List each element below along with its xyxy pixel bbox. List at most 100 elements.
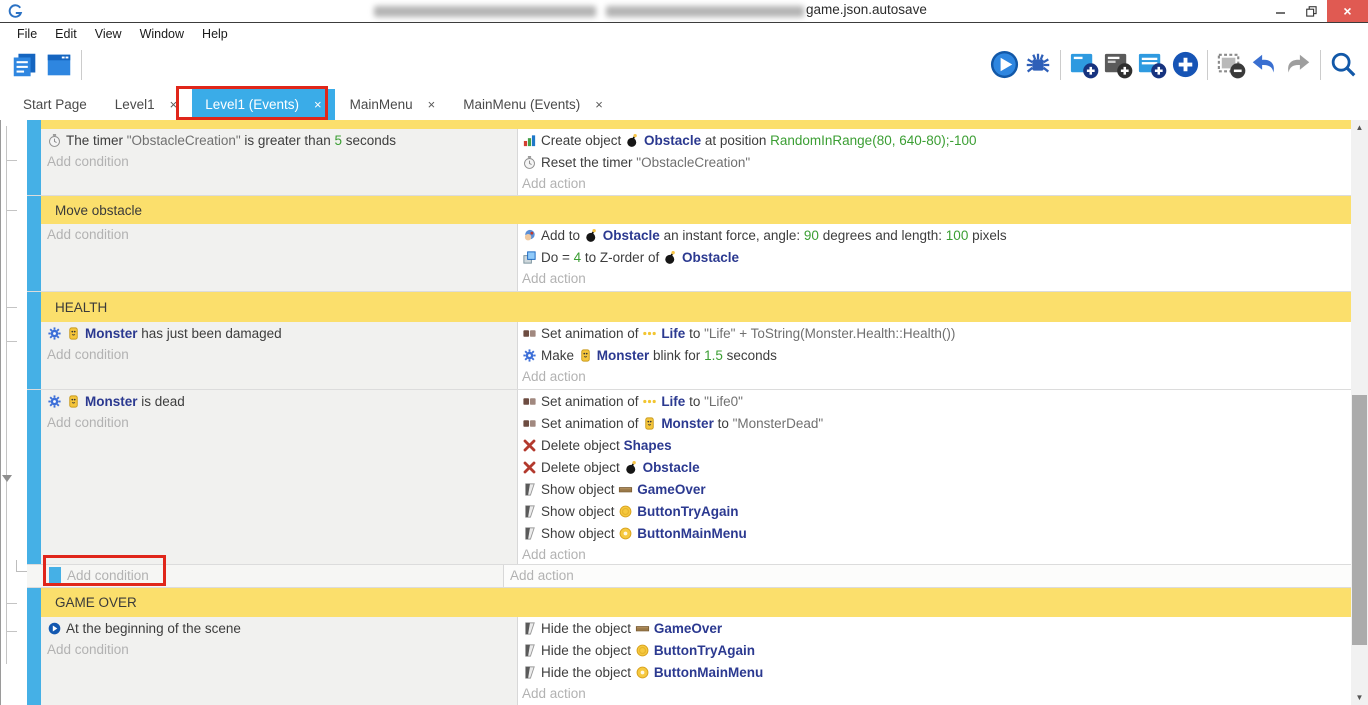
condition-monster-dead[interactable]: Monster is dead [41,390,517,412]
force-icon [522,228,537,243]
condition-timer[interactable]: The timer "ObstacleCreation" is greater … [41,129,517,151]
menu-help[interactable]: Help [193,27,237,41]
undo-icon[interactable] [1247,48,1281,82]
create-object-icon [522,133,537,148]
comment-game-over[interactable]: GAME OVER [27,588,1352,617]
redo-icon[interactable] [1281,48,1315,82]
event-move-obstacle: Add condition Add to Obstacle an instant… [27,224,1352,292]
add-action-link[interactable]: Add action [518,173,1352,195]
add-condition-link[interactable]: Add condition [41,224,517,246]
action-delete-shapes[interactable]: Delete object Shapes [518,434,1352,456]
events-sheet: The timer "ObstacleCreation" is greater … [0,120,1368,705]
menu-bar: File Edit View Window Help [0,22,1368,44]
visibility-icon [522,621,537,636]
action-delete-obstacle[interactable]: Delete object Obstacle [518,456,1352,478]
minimize-button[interactable] [1265,0,1296,22]
collapse-arrow-icon[interactable] [2,475,12,482]
action-show-buttonmainmenu[interactable]: Show object ButtonMainMenu [518,522,1352,544]
menu-edit[interactable]: Edit [46,27,86,41]
add-new-icon[interactable] [1168,48,1202,82]
condition-scene-start[interactable]: At the beginning of the scene [41,617,517,639]
debug-icon[interactable] [1021,48,1055,82]
add-action-link[interactable]: Add action [518,268,1352,290]
condition-monster-damaged[interactable]: Monster has just been damaged [41,322,517,344]
timer-icon [47,133,62,148]
comment-move-obstacle[interactable]: Move obstacle [27,196,1352,224]
add-condition-link[interactable]: Add condition [41,151,517,173]
event-selection-marker[interactable] [49,567,61,586]
add-action-link[interactable]: Add action [518,544,1352,564]
add-comment-icon[interactable] [1134,48,1168,82]
add-condition-link[interactable]: Add condition [41,639,517,661]
add-event-icon[interactable] [1066,48,1100,82]
action-zorder[interactable]: Do = 4 to Z-order of Obstacle [518,246,1352,268]
animation-icon [522,326,537,341]
obstacle-bomb-icon [624,460,639,475]
visibility-icon [522,643,537,658]
timer-icon [522,155,537,170]
search-icon[interactable] [1326,48,1360,82]
visibility-icon [522,665,537,680]
toolbar-separator [81,50,82,80]
editor-tabs: Start Page Level1 × Level1 (Events) × Ma… [0,85,1368,120]
close-button[interactable]: × [1327,0,1368,22]
scroll-up-icon[interactable]: ▲ [1351,120,1368,135]
action-show-gameover[interactable]: Show object GameOver [518,478,1352,500]
play-icon[interactable] [987,48,1021,82]
add-condition-link[interactable]: Add condition [27,565,503,587]
event-obstacle-timer: The timer "ObstacleCreation" is greater … [27,129,1352,196]
tab-close-icon[interactable]: × [314,97,322,112]
action-set-animation-life[interactable]: Set animation of Life to "Life" + ToStri… [518,322,1352,344]
comment-row-partial[interactable] [27,120,1352,129]
comment-health[interactable]: HEALTH [27,292,1352,322]
project-manager-icon[interactable] [8,48,42,82]
action-set-animation-monsterdead[interactable]: Set animation of Monster to "MonsterDead… [518,412,1352,434]
gameover-banner-icon [618,482,633,497]
tab-level1[interactable]: Level1 × [102,89,190,120]
add-condition-link[interactable]: Add condition [41,344,517,366]
vertical-scrollbar[interactable]: ▲ ▼ [1351,120,1368,705]
tab-level1-events[interactable]: Level1 (Events) × [192,89,334,120]
scroll-down-icon[interactable]: ▼ [1351,690,1368,705]
tab-close-icon[interactable]: × [595,97,603,112]
tab-mainmenu-events[interactable]: MainMenu (Events) × [450,89,616,120]
monster-icon [642,416,657,431]
tab-mainmenu[interactable]: MainMenu × [337,89,449,120]
action-create-obstacle[interactable]: Create object Obstacle at position Rando… [518,129,1352,151]
remove-event-icon[interactable] [1213,48,1247,82]
menu-file[interactable]: File [8,27,46,41]
action-hide-buttontryagain[interactable]: Hide the object ButtonTryAgain [518,639,1352,661]
action-set-animation-life0[interactable]: Set animation of Life to "Life0" [518,390,1352,412]
event-empty: Add condition Add action [27,565,1352,588]
delete-icon [522,438,537,453]
add-action-link[interactable]: Add action [518,366,1352,388]
obstacle-bomb-icon [625,133,640,148]
life-dots-icon [642,326,657,341]
scrollbar-thumb[interactable] [1352,395,1367,645]
action-blink-monster[interactable]: Make Monster blink for 1.5 seconds [518,344,1352,366]
action-hide-gameover[interactable]: Hide the object GameOver [518,617,1352,639]
action-hide-buttonmainmenu[interactable]: Hide the object ButtonMainMenu [518,661,1352,683]
menu-view[interactable]: View [86,27,131,41]
add-condition-link[interactable]: Add condition [41,412,517,434]
event-monster-damaged: Monster has just been damaged Add condit… [27,322,1352,390]
add-action-link[interactable]: Add action [518,683,1352,705]
add-subevent-icon[interactable] [1100,48,1134,82]
tab-close-icon[interactable]: × [428,97,436,112]
restore-button[interactable] [1296,0,1327,22]
monster-icon [578,348,593,363]
tab-start-page[interactable]: Start Page [10,89,100,120]
blurred-title-segment [606,6,804,17]
visibility-icon [522,526,537,541]
action-reset-timer[interactable]: Reset the timer "ObstacleCreation" [518,151,1352,173]
menu-window[interactable]: Window [131,27,193,41]
toolbar-separator [1320,50,1321,80]
action-add-force[interactable]: Add to Obstacle an instant force, angle:… [518,224,1352,246]
tab-close-icon[interactable]: × [170,97,178,112]
add-action-link[interactable]: Add action [504,565,1352,587]
scene-window-icon[interactable] [42,48,76,82]
action-show-buttontryagain[interactable]: Show object ButtonTryAgain [518,500,1352,522]
button-coin-icon [747,526,762,541]
blurred-title-segment [374,6,596,17]
monster-icon [66,394,81,409]
